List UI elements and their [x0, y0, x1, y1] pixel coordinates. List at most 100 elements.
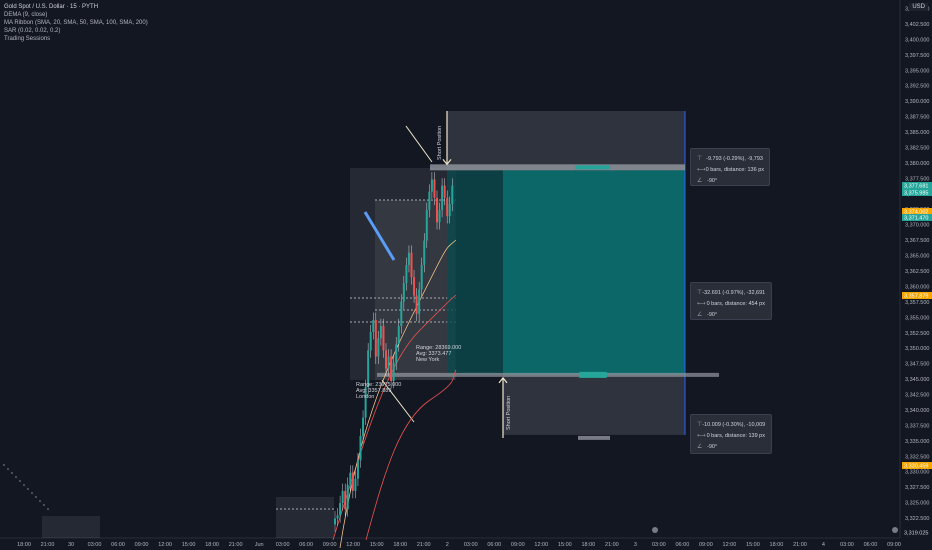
x-tick-label: 03:00: [464, 542, 478, 548]
candle[interactable]: [341, 490, 344, 504]
indicator-ma-ribbon[interactable]: MA Ribbon (SMA, 20, SMA, 50, SMA, 100, S…: [4, 19, 148, 27]
entry-handle[interactable]: [575, 165, 610, 170]
candle[interactable]: [382, 326, 385, 351]
x-tick-label: 12:00: [723, 542, 737, 548]
session-box-prev2: [42, 516, 100, 538]
candle[interactable]: [397, 326, 400, 345]
candle[interactable]: [392, 362, 395, 381]
x-tick-label: 18:00: [393, 542, 407, 548]
bars-icon: ⟷: [697, 167, 706, 173]
target-zone-projection: [503, 170, 685, 375]
height-icon: ⊤: [697, 156, 703, 162]
stop-loss-zone[interactable]: [447, 111, 685, 171]
x-tick-label: 15:00: [558, 542, 572, 548]
candle[interactable]: [356, 460, 359, 479]
candle[interactable]: [433, 179, 436, 198]
candle[interactable]: [359, 435, 362, 461]
x-tick-label: 30: [68, 542, 74, 548]
candle[interactable]: [402, 283, 405, 302]
candle[interactable]: [369, 332, 372, 351]
candle[interactable]: [379, 326, 382, 339]
candle[interactable]: [377, 338, 380, 357]
x-tick-label: 15:00: [746, 542, 760, 548]
session-name-text: London: [356, 394, 374, 400]
sar-dot: [19, 480, 21, 482]
bars-icon: ⟷: [697, 301, 706, 307]
y-tick-label: 3,365.000: [905, 254, 929, 260]
candle[interactable]: [336, 515, 339, 519]
candle[interactable]: [372, 319, 375, 333]
event-icon[interactable]: [892, 527, 898, 533]
annotation-arrow: [405, 125, 433, 163]
candle[interactable]: [436, 197, 438, 223]
price-label: 3,319.025: [904, 531, 928, 537]
candle[interactable]: [405, 264, 408, 284]
x-tick-label: 12:00: [346, 542, 360, 548]
candle[interactable]: [344, 490, 347, 510]
price-chart[interactable]: 3,405.0003,402.5003,400.0003,397.5003,39…: [0, 0, 932, 550]
candle[interactable]: [413, 277, 416, 296]
candle[interactable]: [423, 240, 426, 265]
candle[interactable]: [443, 185, 446, 198]
candle[interactable]: [362, 417, 365, 436]
bars-icon: ⟷: [697, 433, 706, 439]
candle[interactable]: [390, 356, 393, 381]
candle[interactable]: [395, 344, 398, 363]
y-tick-label: 3,335.000: [905, 439, 929, 445]
candle[interactable]: [387, 356, 390, 369]
angle-icon: ∠: [697, 444, 703, 450]
target-line-band[interactable]: [377, 372, 719, 377]
candle[interactable]: [420, 264, 423, 290]
measure-box-bottom: ⊤ -10.009 (-0.30%), -10,009 ⟷ 0 bars, dist…: [690, 414, 772, 454]
event-icon[interactable]: [652, 527, 658, 533]
target-handle[interactable]: [579, 371, 607, 378]
x-tick-label: 09:00: [699, 542, 713, 548]
stop-handle[interactable]: [578, 435, 610, 440]
candle[interactable]: [334, 518, 336, 525]
x-tick-label: 03:00: [276, 542, 290, 548]
measure-text: -90°: [707, 443, 718, 450]
candle[interactable]: [351, 472, 354, 491]
candle[interactable]: [418, 289, 421, 314]
candle[interactable]: [415, 295, 418, 314]
candle[interactable]: [428, 191, 431, 211]
currency-label[interactable]: USD: [909, 3, 928, 11]
y-tick-label: 3,367.500: [905, 238, 929, 244]
indicator-dema[interactable]: DEMA (9, close): [4, 11, 148, 19]
candle[interactable]: [451, 185, 454, 204]
y-tick-label: 3,380.000: [905, 161, 929, 167]
y-tick-label: 3,350.000: [905, 346, 929, 352]
y-tick-label: 3,382.500: [905, 145, 929, 151]
indicator-sar[interactable]: SAR (0.02, 0.02, 0.2): [4, 27, 148, 35]
candle[interactable]: [410, 252, 413, 278]
candle[interactable]: [448, 203, 451, 217]
angle-icon: ∠: [697, 312, 703, 318]
x-tick-label: 21:00: [229, 542, 243, 548]
candle[interactable]: [425, 210, 428, 241]
candle[interactable]: [446, 197, 449, 217]
x-tick-label: 15:00: [182, 542, 196, 548]
candle[interactable]: [441, 185, 444, 211]
candle[interactable]: [349, 472, 352, 485]
entry-line-band[interactable]: [430, 164, 685, 171]
indicator-trading-sessions[interactable]: Trading Sessions: [4, 35, 148, 43]
sar-dot: [43, 504, 45, 506]
candle[interactable]: [407, 252, 410, 265]
y-tick-label: 3,322.500: [905, 516, 929, 522]
sar-dot: [35, 496, 37, 498]
candle[interactable]: [374, 319, 377, 357]
candle[interactable]: [346, 484, 349, 510]
candle[interactable]: [339, 503, 342, 516]
candle[interactable]: [385, 350, 387, 369]
candle[interactable]: [400, 301, 403, 327]
candle[interactable]: [438, 210, 441, 223]
y-tick-label: 3,397.500: [905, 53, 929, 59]
y-tick-label: 3,327.500: [905, 485, 929, 491]
candle[interactable]: [430, 179, 433, 192]
x-tick-label: 18:00: [205, 542, 219, 548]
stop-loss-zone-2[interactable]: [503, 374, 685, 435]
short-position-label-bottom: Short Position: [506, 396, 512, 430]
candle[interactable]: [354, 478, 357, 491]
x-tick-label: 09:00: [511, 542, 525, 548]
x-tick-label: 06:00: [487, 542, 501, 548]
